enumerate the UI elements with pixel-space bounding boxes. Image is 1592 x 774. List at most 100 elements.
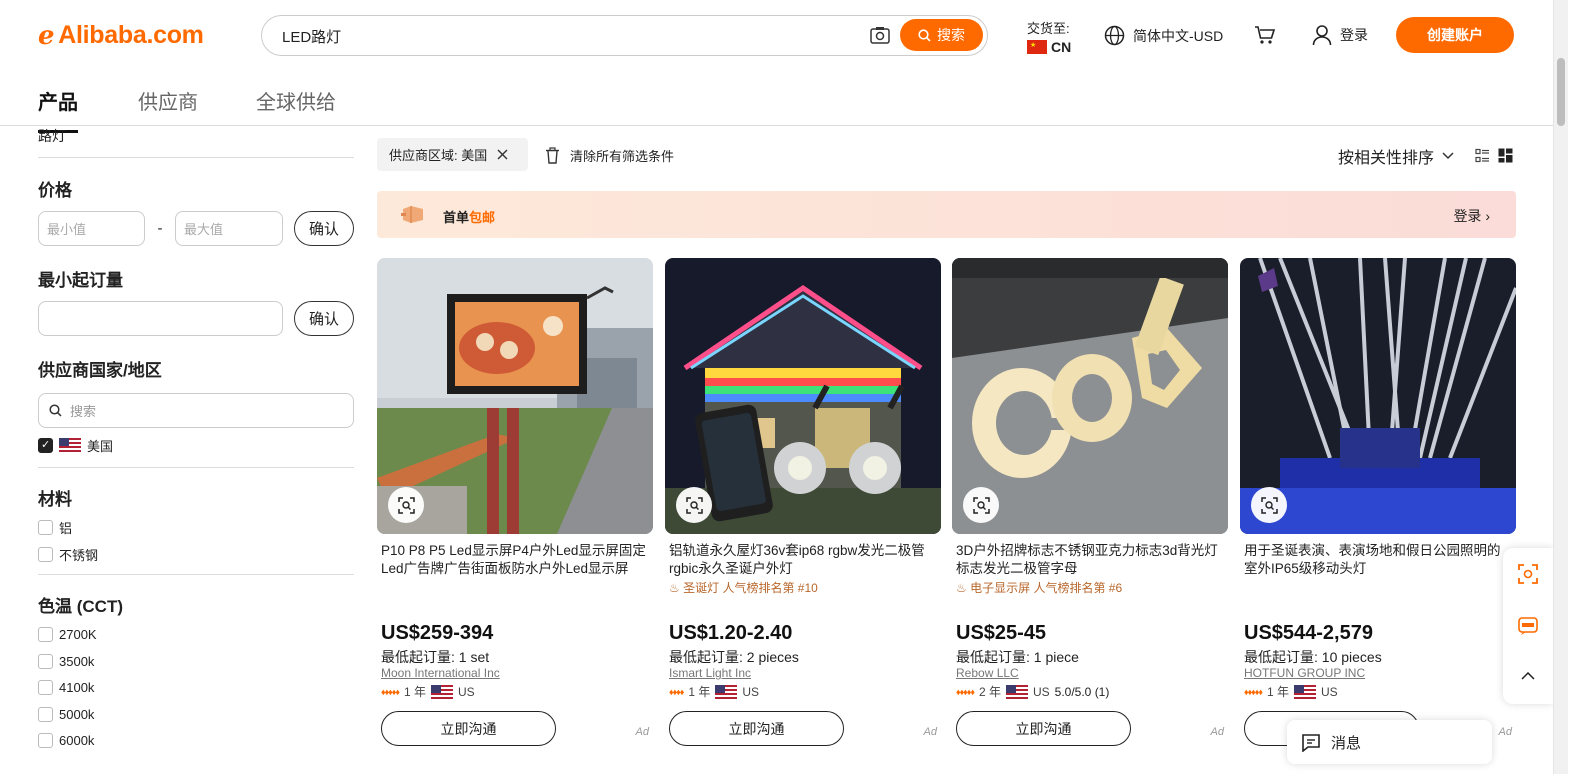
flame-icon: ♨ bbox=[669, 581, 680, 595]
price-min-input[interactable]: 最小值 bbox=[38, 211, 145, 246]
supplier-meta: ♦♦♦♦ 1 年 US bbox=[669, 683, 759, 700]
image-search-button[interactable] bbox=[676, 487, 712, 523]
language-currency-selector[interactable]: 简体中文-USD bbox=[1104, 25, 1223, 46]
create-account-button[interactable]: 创建账户 bbox=[1396, 17, 1514, 53]
material-option[interactable]: 铝 bbox=[38, 515, 354, 542]
image-search-button[interactable] bbox=[1251, 487, 1287, 523]
chevron-up-icon[interactable] bbox=[1521, 672, 1535, 680]
tab-global-supply[interactable]: 全球供给 bbox=[256, 86, 336, 115]
search-type-tabs: 产品 供应商 全球供给 bbox=[0, 70, 1553, 133]
product-title[interactable]: 3D户外招牌标志不锈钢亚克力标志3d背光灯标志发光二极管字母 bbox=[956, 542, 1224, 578]
moq-confirm-button[interactable]: 确认 bbox=[294, 301, 354, 336]
checkbox[interactable] bbox=[38, 546, 53, 562]
product-title[interactable]: 用于圣诞表演、表演场地和假日公园照明的室外IP65级移动头灯 bbox=[1244, 542, 1512, 578]
tab-suppliers[interactable]: 供应商 bbox=[138, 86, 198, 115]
supplier-country: US bbox=[742, 684, 760, 699]
supplier-link[interactable]: HOTFUN GROUP INC bbox=[1244, 666, 1365, 680]
active-filters-bar: 供应商区域: 美国 清除所有筛选条件 按相关性排序 bbox=[377, 138, 1516, 172]
rfq-icon[interactable] bbox=[1518, 617, 1538, 635]
sort-label: 按相关性排序 bbox=[1338, 150, 1435, 167]
image-search-icon[interactable] bbox=[870, 26, 890, 44]
tab-products[interactable]: 产品 bbox=[38, 86, 78, 133]
list-view-icon[interactable] bbox=[1475, 148, 1490, 163]
image-search-icon bbox=[685, 496, 703, 514]
view-toggle bbox=[1475, 148, 1513, 163]
close-icon[interactable] bbox=[497, 149, 508, 160]
category-item[interactable]: 路灯 bbox=[38, 126, 354, 158]
scrollbar-thumb[interactable] bbox=[1557, 58, 1565, 126]
chevron-down-icon bbox=[1442, 152, 1454, 160]
checkbox[interactable] bbox=[38, 653, 53, 669]
checkbox[interactable] bbox=[38, 520, 53, 536]
supplier-country: US bbox=[1320, 684, 1338, 699]
sort-dropdown[interactable]: 按相关性排序 bbox=[1338, 144, 1454, 168]
clear-filters-button[interactable]: 清除所有筛选条件 bbox=[545, 146, 674, 165]
flame-icon: ♨ bbox=[956, 581, 967, 595]
contact-now-button[interactable]: 立即沟通 bbox=[381, 711, 556, 746]
us-flag-icon bbox=[1293, 684, 1316, 699]
supplier-country: US bbox=[1032, 684, 1050, 699]
contact-now-button[interactable]: 立即沟通 bbox=[956, 711, 1131, 746]
contact-now-button[interactable]: 立即沟通 bbox=[669, 711, 844, 746]
supplier-link[interactable]: Moon International Inc bbox=[381, 666, 500, 680]
product-card[interactable]: 铝轨道永久屋灯36v套ip68 rgbw发光二极管rgbic永久圣诞户外灯 ♨ … bbox=[665, 258, 941, 774]
popularity-rank[interactable]: ♨ 圣诞灯 人气榜排名第 #10 bbox=[669, 579, 818, 596]
page-scrollbar[interactable] bbox=[1553, 0, 1568, 774]
us-flag-icon bbox=[1005, 684, 1028, 699]
promo-banner[interactable]: 首单包邮 登录 › bbox=[377, 191, 1516, 238]
globe-icon bbox=[1104, 25, 1125, 46]
checkbox[interactable] bbox=[38, 627, 53, 643]
us-flag-icon bbox=[59, 438, 81, 453]
supplier-link[interactable]: Ismart Light Inc bbox=[669, 666, 751, 680]
moq-input[interactable] bbox=[38, 301, 283, 336]
checkbox[interactable] bbox=[38, 680, 53, 696]
search-input[interactable] bbox=[282, 26, 842, 46]
image-search-button[interactable] bbox=[388, 487, 424, 523]
product-price: US$1.20-2.40 bbox=[669, 622, 793, 644]
image-search-icon bbox=[397, 496, 415, 514]
grid-view-icon[interactable] bbox=[1498, 148, 1513, 163]
login-link[interactable]: 登录 bbox=[1312, 24, 1368, 46]
supplier-country-title: 供应商国家/地区 bbox=[38, 361, 162, 380]
product-title[interactable]: 铝轨道永久屋灯36v套ip68 rgbw发光二极管rgbic永久圣诞户外灯 bbox=[669, 542, 937, 578]
search-button[interactable]: 搜索 bbox=[900, 19, 983, 51]
country-option-us[interactable]: 美国 bbox=[38, 432, 354, 459]
cart-icon[interactable] bbox=[1254, 25, 1276, 45]
language-currency-label: 简体中文-USD bbox=[1133, 27, 1224, 44]
cct-option[interactable]: 2700K bbox=[38, 622, 354, 649]
filter-chip[interactable]: 供应商区域: 美国 bbox=[377, 138, 528, 171]
supplier-meta: ♦♦♦♦♦ 1 年 US bbox=[1244, 683, 1338, 700]
cct-option[interactable]: 6000k bbox=[38, 728, 354, 755]
popularity-rank[interactable]: ♨ 电子显示屏 人气榜排名第 #6 bbox=[956, 579, 1122, 596]
checkbox[interactable] bbox=[38, 706, 53, 722]
clear-filters-label: 清除所有筛选条件 bbox=[570, 149, 675, 164]
product-moq: 最低起订量: 10 pieces bbox=[1244, 649, 1382, 665]
rating-stars-icon: ♦♦♦♦ bbox=[669, 686, 684, 697]
supplier-link[interactable]: Rebow LLC bbox=[956, 666, 1019, 680]
checkbox-checked[interactable] bbox=[38, 437, 53, 453]
material-option-label: 不锈钢 bbox=[59, 547, 99, 563]
price-range: 最小值 - 最大值 确认 bbox=[38, 211, 354, 246]
image-search-icon[interactable] bbox=[1518, 564, 1538, 584]
price-max-input[interactable]: 最大值 bbox=[175, 211, 283, 246]
ship-to-country: CN bbox=[1051, 39, 1072, 55]
material-option[interactable]: 不锈钢 bbox=[38, 541, 354, 568]
country-search-input[interactable]: 搜索 bbox=[38, 393, 354, 428]
supplier-years: 1 年 bbox=[403, 685, 426, 699]
user-icon bbox=[1312, 25, 1332, 46]
product-title[interactable]: P10 P8 P5 Led显示屏P4户外Led显示屏固定Led广告牌广告街面板防… bbox=[381, 542, 649, 578]
supplier-rating: 5.0/5.0 (1) bbox=[1054, 684, 1110, 699]
product-card[interactable]: 用于圣诞表演、表演场地和假日公园照明的室外IP65级移动头灯 US$544-2,… bbox=[1240, 258, 1516, 774]
alibaba-logo[interactable]: ℯ Alibaba.com bbox=[38, 20, 204, 51]
promo-login-link[interactable]: 登录 › bbox=[1453, 206, 1490, 226]
cct-option[interactable]: 5000k bbox=[38, 701, 354, 728]
cct-option[interactable]: 4100k bbox=[38, 675, 354, 702]
image-search-button[interactable] bbox=[963, 487, 999, 523]
product-card[interactable]: P10 P8 P5 Led显示屏P4户外Led显示屏固定Led广告牌广告街面板防… bbox=[377, 258, 653, 774]
ship-to-selector[interactable]: 交货至: CN bbox=[1027, 18, 1071, 55]
price-confirm-button[interactable]: 确认 bbox=[294, 211, 354, 246]
product-card[interactable]: 3D户外招牌标志不锈钢亚克力标志3d背光灯标志发光二极管字母 ♨ 电子显示屏 人… bbox=[952, 258, 1228, 774]
messages-widget[interactable]: 消息 bbox=[1287, 720, 1492, 764]
checkbox[interactable] bbox=[38, 733, 53, 749]
cct-option[interactable]: 3500k bbox=[38, 648, 354, 675]
